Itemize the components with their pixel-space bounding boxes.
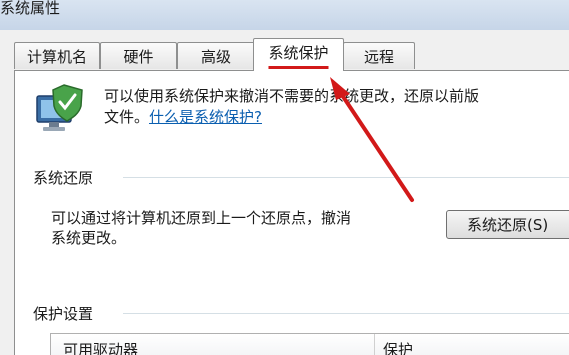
computer-shield-icon — [36, 84, 83, 131]
tab-system-protection[interactable]: 系统保护 — [253, 38, 344, 71]
tab-label: 计算机名 — [26, 48, 87, 66]
help-link[interactable]: 什么是系统保护? — [149, 108, 262, 126]
tab-strip: 计算机名 硬件 高级 系统保护 远程 — [0, 30, 569, 71]
system-restore-button[interactable]: 系统还原(S) — [446, 210, 569, 239]
tab-label: 系统保护 — [268, 44, 329, 62]
section-divider — [123, 313, 569, 314]
column-available-drives[interactable]: 可用驱动器 — [63, 339, 138, 355]
intro-text: 可以使用系统保护来撤消不需要的系统更改，还原以前版 — [104, 87, 480, 105]
intro-prefix: 文件。 — [104, 108, 150, 126]
protection-settings-heading: 保护设置 — [33, 305, 94, 323]
section-divider — [123, 177, 569, 178]
column-protection[interactable]: 保护 — [383, 339, 413, 355]
title-bar: 系统属性 — [0, 0, 569, 30]
tab-advanced[interactable]: 高级 — [177, 42, 255, 69]
tab-computer-name[interactable]: 计算机名 — [14, 42, 100, 69]
tab-hardware[interactable]: 硬件 — [100, 42, 177, 69]
system-restore-description-line2: 系统更改。 — [51, 229, 127, 247]
system-restore-heading: 系统还原 — [33, 169, 94, 187]
tab-label: 远程 — [363, 48, 394, 66]
window-title: 系统属性 — [0, 0, 61, 17]
drives-table-header: 可用驱动器 保护 — [50, 333, 569, 355]
tab-label: 硬件 — [123, 48, 154, 66]
intro-text-line2: 文件。什么是系统保护? — [104, 106, 262, 127]
tab-label: 高级 — [200, 48, 231, 66]
system-restore-description: 可以通过将计算机还原到上一个还原点，撤消 — [51, 209, 352, 227]
column-divider — [374, 334, 375, 355]
tab-remote[interactable]: 远程 — [343, 42, 415, 69]
